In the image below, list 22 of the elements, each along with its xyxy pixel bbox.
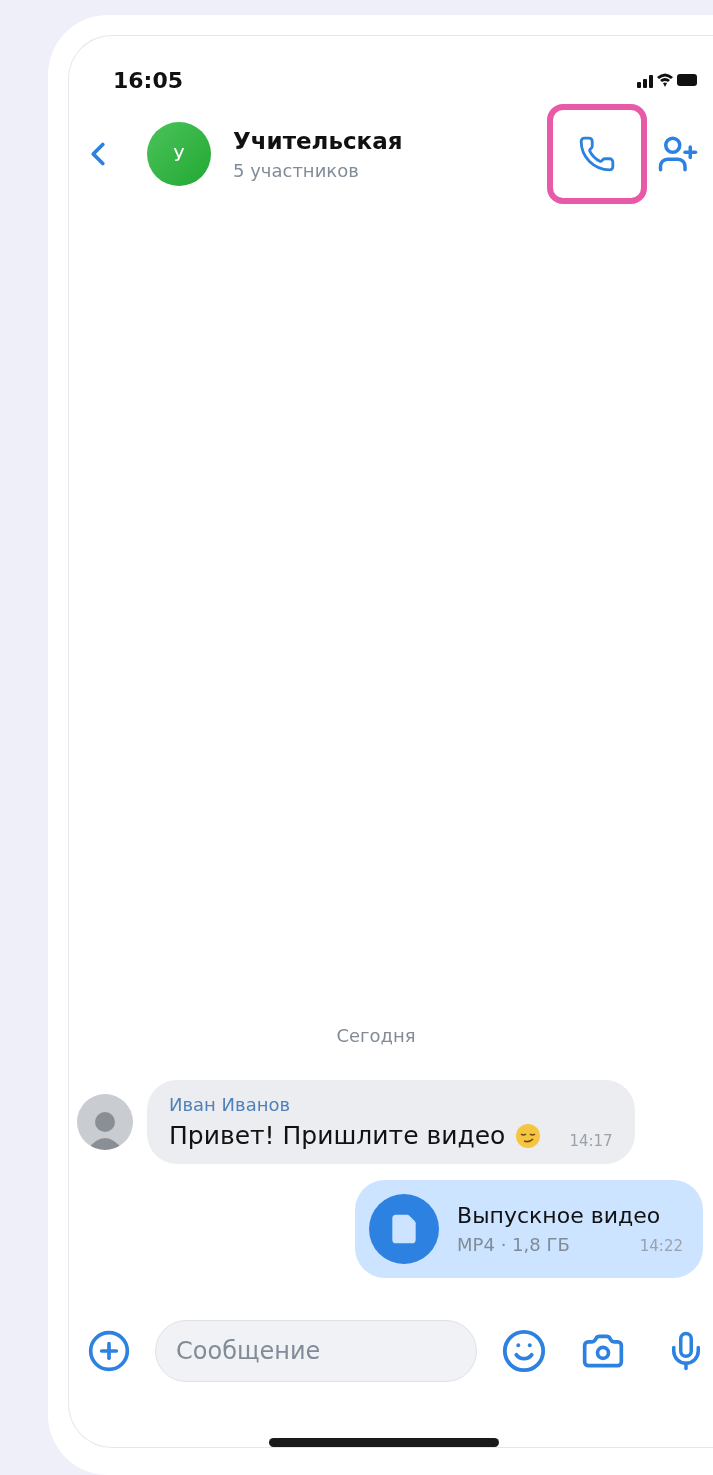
wifi-icon [657,73,673,87]
group-avatar: У [147,122,211,186]
smiley-icon [501,1328,547,1374]
message-time: 14:22 [639,1237,683,1255]
message-input[interactable]: Сообщение [155,1320,477,1382]
attach-button[interactable] [87,1329,131,1373]
file-name: Выпускное видео [457,1203,662,1228]
status-time: 16:05 [113,67,184,93]
plus-circle-icon [87,1329,131,1373]
emoji-button[interactable] [501,1328,547,1374]
file-meta: MP4 · 1,8 ГБ [457,1234,570,1255]
battery-icon [677,74,697,86]
message-text: Привет! Пришлите видео [169,1121,506,1150]
phone-icon [578,135,616,173]
emoji-icon [515,1122,542,1149]
message-time: 14:17 [569,1132,613,1150]
date-separator: Сегодня [336,1025,416,1046]
sender-name: Иван Иванов [169,1094,292,1115]
chat-subtitle: 5 участников [233,159,360,181]
chat-title: Учительская [233,127,404,154]
signal-icon [637,75,653,88]
call-button[interactable] [547,104,647,204]
